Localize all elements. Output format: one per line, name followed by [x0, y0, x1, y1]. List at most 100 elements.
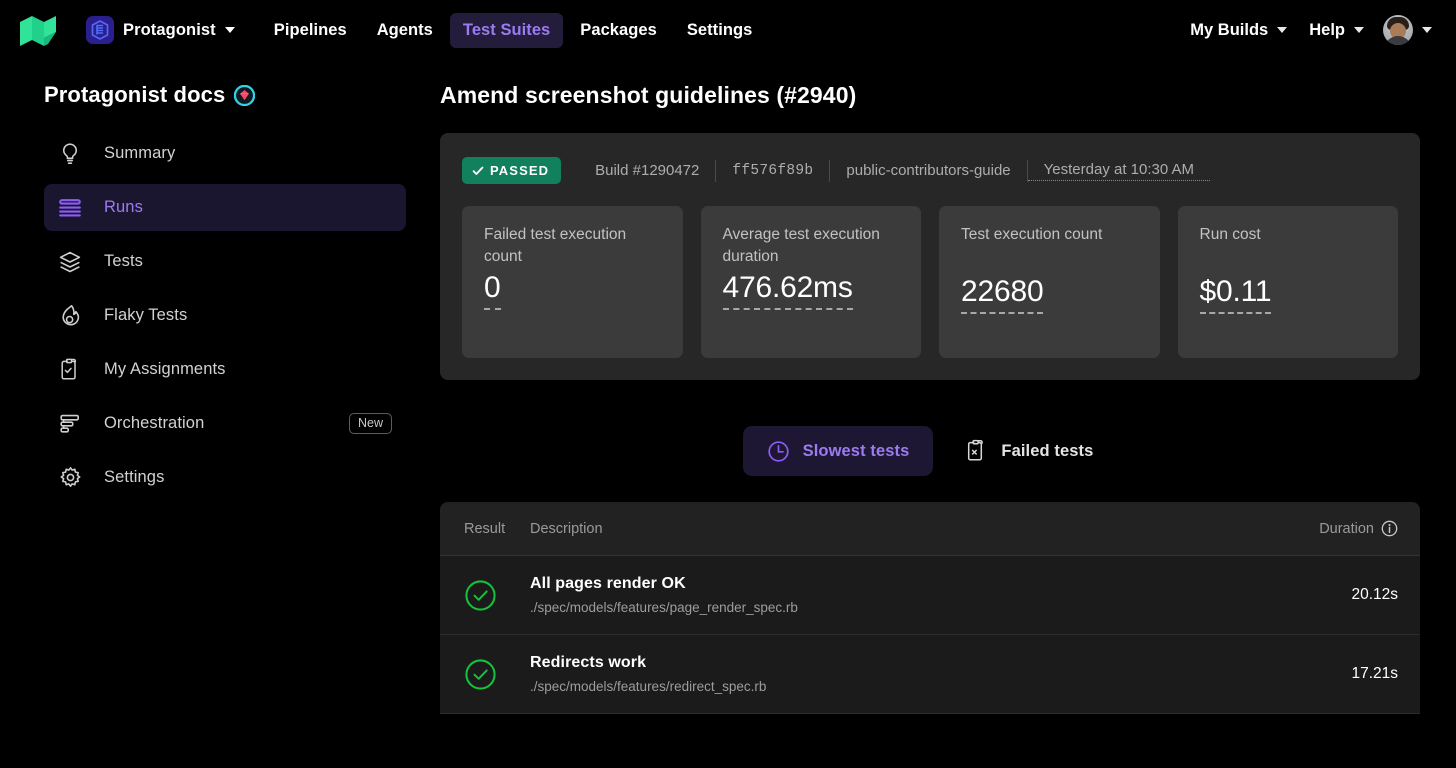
branch-name[interactable]: public-contributors-guide [830, 162, 1026, 179]
status-badge-label: PASSED [490, 163, 550, 178]
help-menu[interactable]: Help [1298, 13, 1375, 48]
runs-bars-icon [57, 195, 83, 221]
info-icon[interactable] [1381, 520, 1398, 537]
nav-link-agents[interactable]: Agents [364, 13, 446, 48]
stat-card-average-test-execution-duration: Average test execution duration 476.62ms [700, 206, 921, 358]
column-header-duration[interactable]: Duration [1319, 520, 1398, 537]
ruby-gem-icon [234, 84, 256, 106]
row-description: Redirects work ./spec/models/features/re… [530, 654, 1351, 694]
tab-label: Slowest tests [802, 441, 910, 460]
protagonist-badge-icon [86, 16, 114, 44]
column-header-duration-label: Duration [1319, 520, 1374, 537]
sidebar-title-text: Protagonist docs [44, 82, 226, 107]
test-path: ./spec/models/features/page_render_spec.… [530, 600, 798, 615]
org-switcher[interactable]: Protagonist [82, 12, 243, 48]
stat-value: 22680 [961, 275, 1044, 314]
build-number[interactable]: Build #1290472 [579, 162, 715, 179]
row-duration: 20.12s [1351, 586, 1398, 603]
sidebar-item-label: My Assignments [104, 360, 226, 378]
avatar [1383, 15, 1413, 45]
stat-label: Average test execution duration [722, 226, 880, 265]
commit-sha[interactable]: ff576f89b [716, 163, 829, 179]
buildkite-logo-icon[interactable] [20, 14, 60, 46]
row-description: All pages render OK ./spec/models/featur… [530, 575, 1351, 615]
test-name: Redirects work [530, 654, 647, 671]
layers-icon [57, 249, 83, 275]
stat-value: 0 [484, 271, 501, 310]
gear-icon [57, 465, 83, 491]
test-path: ./spec/models/features/redirect_spec.rb [530, 679, 767, 694]
chevron-down-icon [224, 27, 235, 33]
sidebar-item-label: Runs [104, 198, 143, 216]
sidebar-item-settings[interactable]: Settings [44, 454, 406, 501]
stat-label: Run cost [1199, 226, 1261, 243]
results-table: Result Description Duration All pages re… [440, 502, 1420, 714]
primary-nav-links: Pipelines Agents Test Suites Packages Se… [261, 12, 766, 48]
stat-label: Test execution count [961, 226, 1103, 243]
user-menu[interactable] [1375, 9, 1440, 51]
tab-failed-tests[interactable]: Failed tests [941, 426, 1117, 476]
run-summary-card: PASSED Build #1290472 ff576f89b public-c… [440, 133, 1420, 380]
sidebar-item-runs[interactable]: Runs [44, 184, 406, 231]
check-circle-icon [465, 579, 496, 611]
sidebar-item-summary[interactable]: Summary [44, 130, 406, 177]
main-content: Amend screenshot guidelines (#2940) PASS… [440, 60, 1456, 768]
chevron-down-icon [1277, 27, 1288, 33]
run-meta-bar: PASSED Build #1290472 ff576f89b public-c… [462, 157, 1398, 184]
row-result [464, 579, 530, 612]
nav-link-test-suites[interactable]: Test Suites [449, 12, 564, 48]
tab-slowest-tests[interactable]: Slowest tests [742, 426, 934, 476]
page-title: Amend screenshot guidelines (#2940) [440, 82, 857, 108]
row-result [464, 658, 530, 691]
sidebar-item-label: Tests [104, 252, 144, 270]
page-body: Protagonist docs Summary Runs Tests Flak… [0, 60, 1456, 768]
nav-right-cluster: My Builds Help [1179, 0, 1440, 60]
stat-cards: Failed test execution count 0 Average te… [462, 206, 1398, 358]
run-timestamp[interactable]: Yesterday at 10:30 AM [1027, 161, 1211, 181]
chevron-down-icon [1422, 27, 1432, 33]
sidebar-item-orchestration[interactable]: Orchestration New [44, 400, 406, 447]
sidebar-item-label: Flaky Tests [104, 306, 188, 324]
check-circle-icon [465, 658, 496, 690]
sidebar-item-label: Summary [104, 144, 176, 162]
clipboard-check-icon [57, 357, 83, 383]
sidebar-item-my-assignments[interactable]: My Assignments [44, 346, 406, 393]
tab-label: Failed tests [1001, 441, 1094, 460]
nav-link-pipelines[interactable]: Pipelines [261, 13, 360, 48]
my-builds-menu[interactable]: My Builds [1179, 13, 1298, 48]
flame-icon [57, 303, 83, 329]
check-icon [472, 166, 484, 175]
lightbulb-icon [57, 141, 83, 167]
org-name: Protagonist [123, 20, 216, 39]
top-navigation-bar: Protagonist Pipelines Agents Test Suites… [0, 0, 1456, 60]
funnel-bars-icon [57, 411, 83, 437]
sidebar-item-label: Orchestration [104, 414, 205, 432]
row-duration: 17.21s [1351, 665, 1398, 682]
test-name: All pages render OK [530, 575, 686, 592]
status-badge: PASSED [462, 157, 562, 184]
sidebar-title: Protagonist docs [44, 82, 406, 108]
clock-icon [767, 440, 789, 462]
stat-value: $0.11 [1199, 275, 1272, 314]
sidebar-item-flaky-tests[interactable]: Flaky Tests [44, 292, 406, 339]
stat-card-test-execution-count: Test execution count 22680 [939, 206, 1160, 358]
chevron-down-icon [1354, 27, 1364, 33]
nav-link-settings[interactable]: Settings [674, 13, 766, 48]
nav-link-packages[interactable]: Packages [567, 13, 670, 48]
column-header-description: Description [530, 520, 603, 537]
sidebar: Protagonist docs Summary Runs Tests Flak… [0, 60, 440, 768]
stat-value: 476.62ms [722, 271, 853, 310]
results-tab-bar: Slowest tests Failed tests [440, 426, 1420, 476]
table-header-row: Result Description Duration [440, 502, 1420, 556]
help-label: Help [1309, 20, 1345, 39]
my-builds-label: My Builds [1190, 20, 1269, 39]
table-row[interactable]: Redirects work ./spec/models/features/re… [440, 635, 1420, 714]
clipboard-x-icon [968, 439, 984, 461]
sidebar-item-tests[interactable]: Tests [44, 238, 406, 285]
stat-label: Failed test execution count [484, 226, 627, 265]
table-row[interactable]: All pages render OK ./spec/models/featur… [440, 556, 1420, 635]
column-header-result: Result [464, 520, 506, 537]
stat-card-run-cost: Run cost $0.11 [1177, 206, 1398, 358]
stat-card-failed-test-execution-count: Failed test execution count 0 [462, 206, 683, 358]
sidebar-item-label: Settings [104, 468, 165, 486]
